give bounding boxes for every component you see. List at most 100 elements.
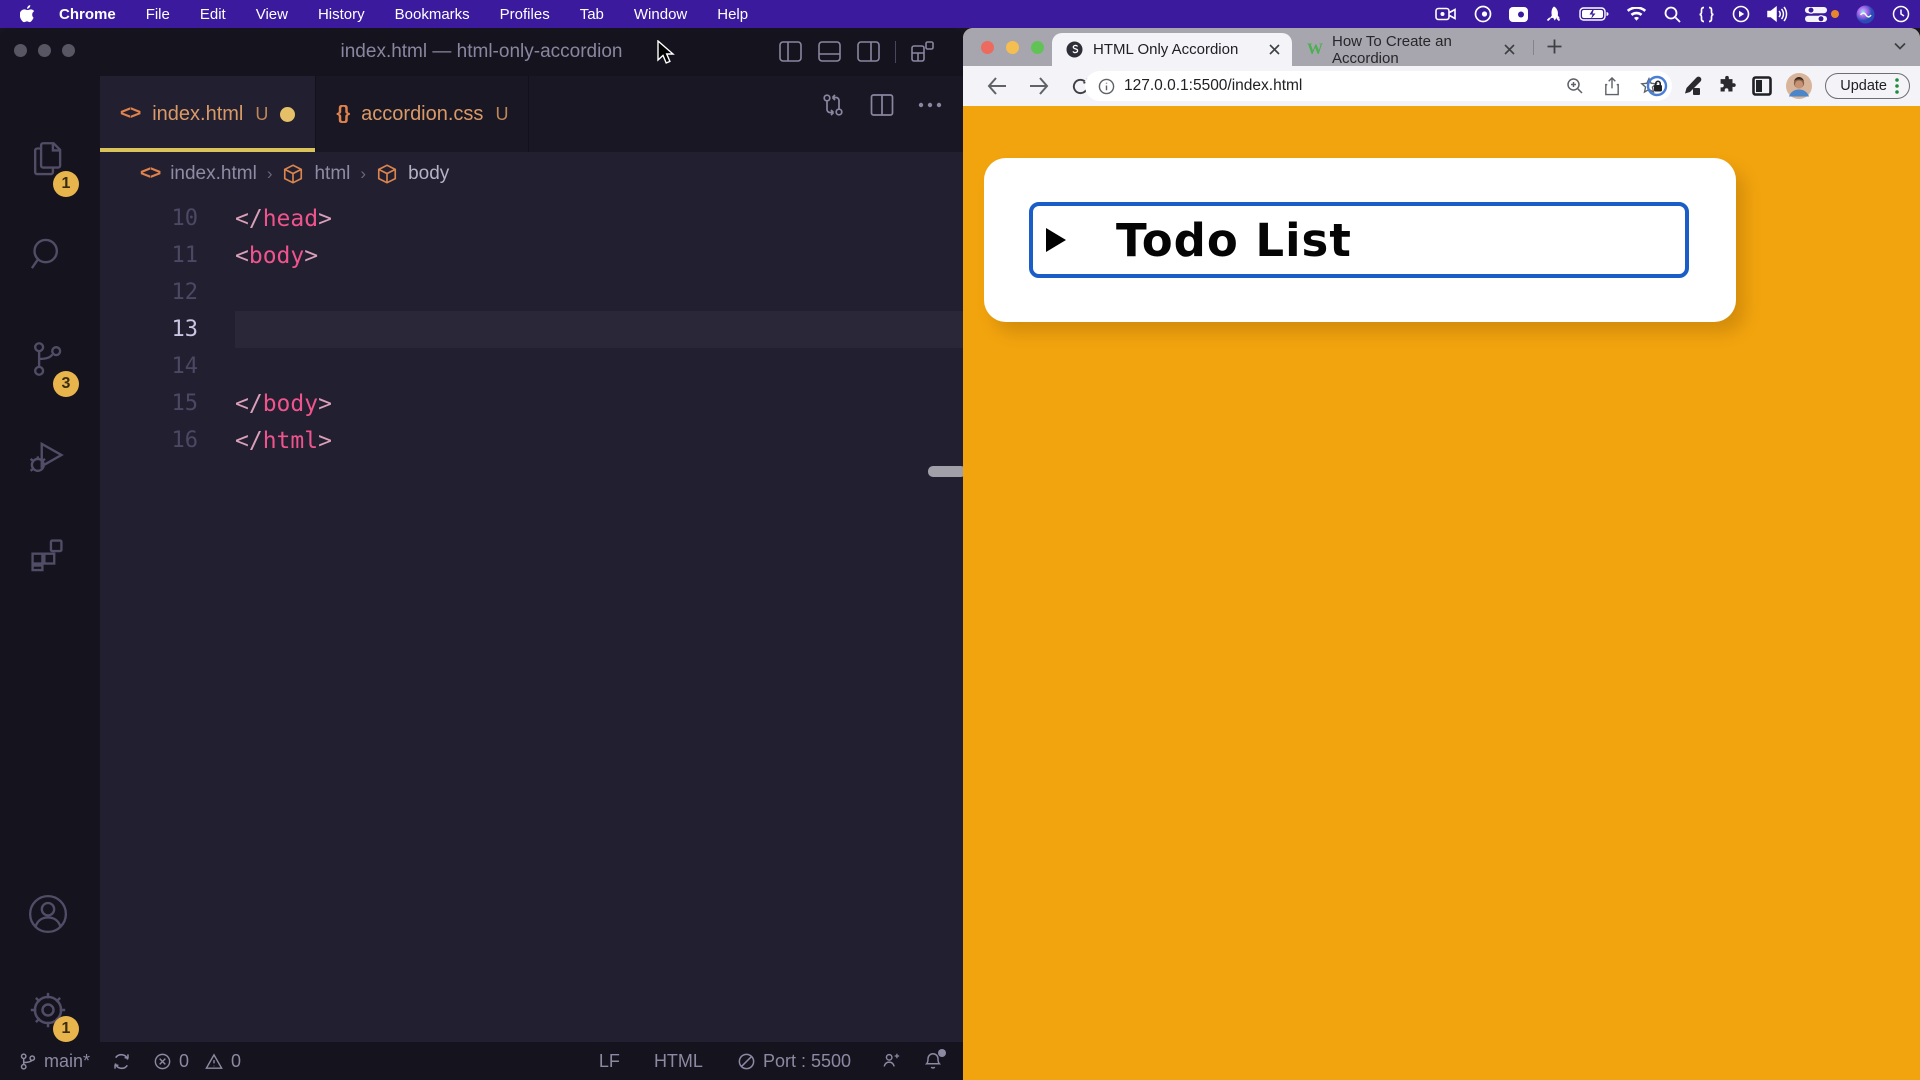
colorpicker-extension-icon[interactable]: [1681, 75, 1703, 97]
record-icon[interactable]: [1474, 5, 1492, 23]
menu-items: Chrome File Edit View History Bookmarks …: [59, 6, 748, 23]
line-number: 15: [100, 391, 198, 416]
menu-item-file[interactable]: File: [146, 6, 170, 23]
privacy-extension-icon[interactable]: [1646, 75, 1668, 97]
git-branch-item[interactable]: main*: [18, 1051, 90, 1072]
close-window-button[interactable]: [981, 41, 994, 54]
site-info-icon[interactable]: [1098, 78, 1115, 95]
chrome-tab-strip: HTML Only Accordion W How To Create an A…: [963, 28, 1920, 66]
extension-icons: Update: [1646, 66, 1910, 106]
explorer-badge: 1: [53, 171, 79, 197]
window-resize-sash[interactable]: [928, 466, 966, 477]
accordion-summary[interactable]: Todo List: [1029, 202, 1689, 278]
menu-item-window[interactable]: Window: [634, 6, 687, 23]
menu-app-name[interactable]: Chrome: [59, 6, 116, 23]
spotlight-search-icon[interactable]: [1664, 6, 1681, 23]
battery-icon[interactable]: [1579, 7, 1609, 21]
code-line-13[interactable]: 13: [100, 311, 963, 348]
profile-avatar[interactable]: [1786, 73, 1812, 99]
share-icon[interactable]: [1604, 77, 1620, 96]
problems-item[interactable]: 0 0: [153, 1051, 241, 1072]
facetime-icon[interactable]: [1509, 7, 1528, 22]
toggle-panel-icon[interactable]: [817, 39, 842, 64]
darkmode-extension-icon[interactable]: [1751, 75, 1773, 97]
line-content: </head>: [235, 206, 332, 232]
breadcrumb-file[interactable]: index.html: [170, 163, 257, 185]
error-count: 0: [179, 1051, 189, 1072]
forward-icon[interactable]: [1029, 77, 1049, 95]
play-circle-icon[interactable]: [1732, 5, 1750, 23]
split-editor-icon[interactable]: [869, 92, 895, 118]
braces-menu-icon[interactable]: [1698, 6, 1715, 23]
clock-icon[interactable]: [1892, 5, 1910, 23]
warnings-icon: [204, 1052, 224, 1071]
menu-item-bookmarks[interactable]: Bookmarks: [395, 6, 470, 23]
code-line-12[interactable]: 12: [100, 274, 963, 311]
code-line-10[interactable]: 10</head>: [100, 200, 963, 237]
language-mode[interactable]: HTML: [654, 1051, 703, 1072]
chrome-toolbar: 127.0.0.1:5500/index.html Update: [963, 66, 1920, 106]
address-bar[interactable]: 127.0.0.1:5500/index.html: [1085, 71, 1672, 101]
code-line-16[interactable]: 16</html>: [100, 422, 963, 459]
line-number: 16: [100, 428, 198, 453]
run-debug-icon[interactable]: [26, 436, 68, 478]
tab-index-html[interactable]: <> index.html U: [100, 76, 316, 152]
close-tab-icon[interactable]: [1504, 44, 1515, 55]
macos-menu-bar: Chrome File Edit View History Bookmarks …: [0, 0, 1920, 28]
zoom-window-button[interactable]: [1031, 41, 1044, 54]
zoom-page-icon[interactable]: [1566, 77, 1584, 95]
code-line-14[interactable]: 14: [100, 348, 963, 385]
chrome-traffic-lights: [981, 41, 1044, 54]
screen: Chrome File Edit View History Bookmarks …: [0, 0, 1920, 1080]
breadcrumb-html[interactable]: html: [314, 163, 350, 185]
menu-item-edit[interactable]: Edit: [200, 6, 226, 23]
menu-item-tab[interactable]: Tab: [580, 6, 604, 23]
back-icon[interactable]: [987, 77, 1007, 95]
url-text[interactable]: 127.0.0.1:5500/index.html: [1124, 77, 1302, 95]
update-chrome-button[interactable]: Update: [1825, 73, 1910, 99]
volume-icon[interactable]: [1767, 6, 1788, 22]
menu-item-profiles[interactable]: Profiles: [500, 6, 550, 23]
menu-item-history[interactable]: History: [318, 6, 365, 23]
screen-record-icon[interactable]: [1435, 7, 1457, 21]
control-center-icon[interactable]: [1805, 7, 1839, 22]
vscode-layout-controls: [778, 39, 935, 64]
toggle-sidebar-icon[interactable]: [778, 39, 803, 64]
open-changes-icon[interactable]: [819, 91, 847, 119]
eol-indicator[interactable]: LF: [599, 1051, 620, 1072]
tab-search-chevron-icon[interactable]: [1894, 42, 1906, 50]
apple-menu-icon[interactable]: [20, 5, 35, 23]
git-status-flag: U: [495, 104, 508, 125]
tab-accordion-css[interactable]: {} accordion.css U: [316, 76, 529, 152]
feedback-item[interactable]: [881, 1051, 901, 1071]
source-control-badge: 3: [53, 371, 79, 397]
more-actions-icon[interactable]: [917, 100, 943, 110]
account-icon[interactable]: [26, 892, 70, 936]
current-line-highlight: [235, 311, 963, 348]
live-server-port[interactable]: Port : 5500: [737, 1051, 851, 1072]
sync-changes-item[interactable]: [112, 1052, 131, 1071]
browser-tab-inactive[interactable]: W How To Create an Accordion: [1297, 33, 1527, 66]
breadcrumb-body[interactable]: body: [408, 163, 449, 185]
notifications-item[interactable]: [923, 1051, 943, 1071]
close-tab-icon[interactable]: [1269, 44, 1280, 55]
toggle-secondary-sidebar-icon[interactable]: [856, 39, 881, 64]
customize-layout-icon[interactable]: [910, 39, 935, 64]
rocket-icon[interactable]: [1545, 5, 1562, 23]
code-line-15[interactable]: 15</body>: [100, 385, 963, 422]
menu-item-view[interactable]: View: [256, 6, 288, 23]
site-favicon: [1066, 41, 1083, 58]
siri-icon[interactable]: [1856, 5, 1875, 24]
search-icon[interactable]: [26, 234, 68, 276]
unsaved-changes-dot[interactable]: [280, 107, 295, 122]
extensions-puzzle-icon[interactable]: [1716, 75, 1738, 97]
menu-item-help[interactable]: Help: [717, 6, 748, 23]
warning-count: 0: [231, 1051, 241, 1072]
wifi-icon[interactable]: [1626, 7, 1647, 22]
browser-tab-active[interactable]: HTML Only Accordion: [1052, 33, 1292, 66]
new-tab-icon[interactable]: [1546, 38, 1563, 55]
code-editor[interactable]: 10</head>11<body>12131415</body>16</html…: [100, 200, 963, 459]
extensions-icon[interactable]: [26, 534, 68, 576]
code-line-11[interactable]: 11<body>: [100, 237, 963, 274]
minimize-window-button[interactable]: [1006, 41, 1019, 54]
